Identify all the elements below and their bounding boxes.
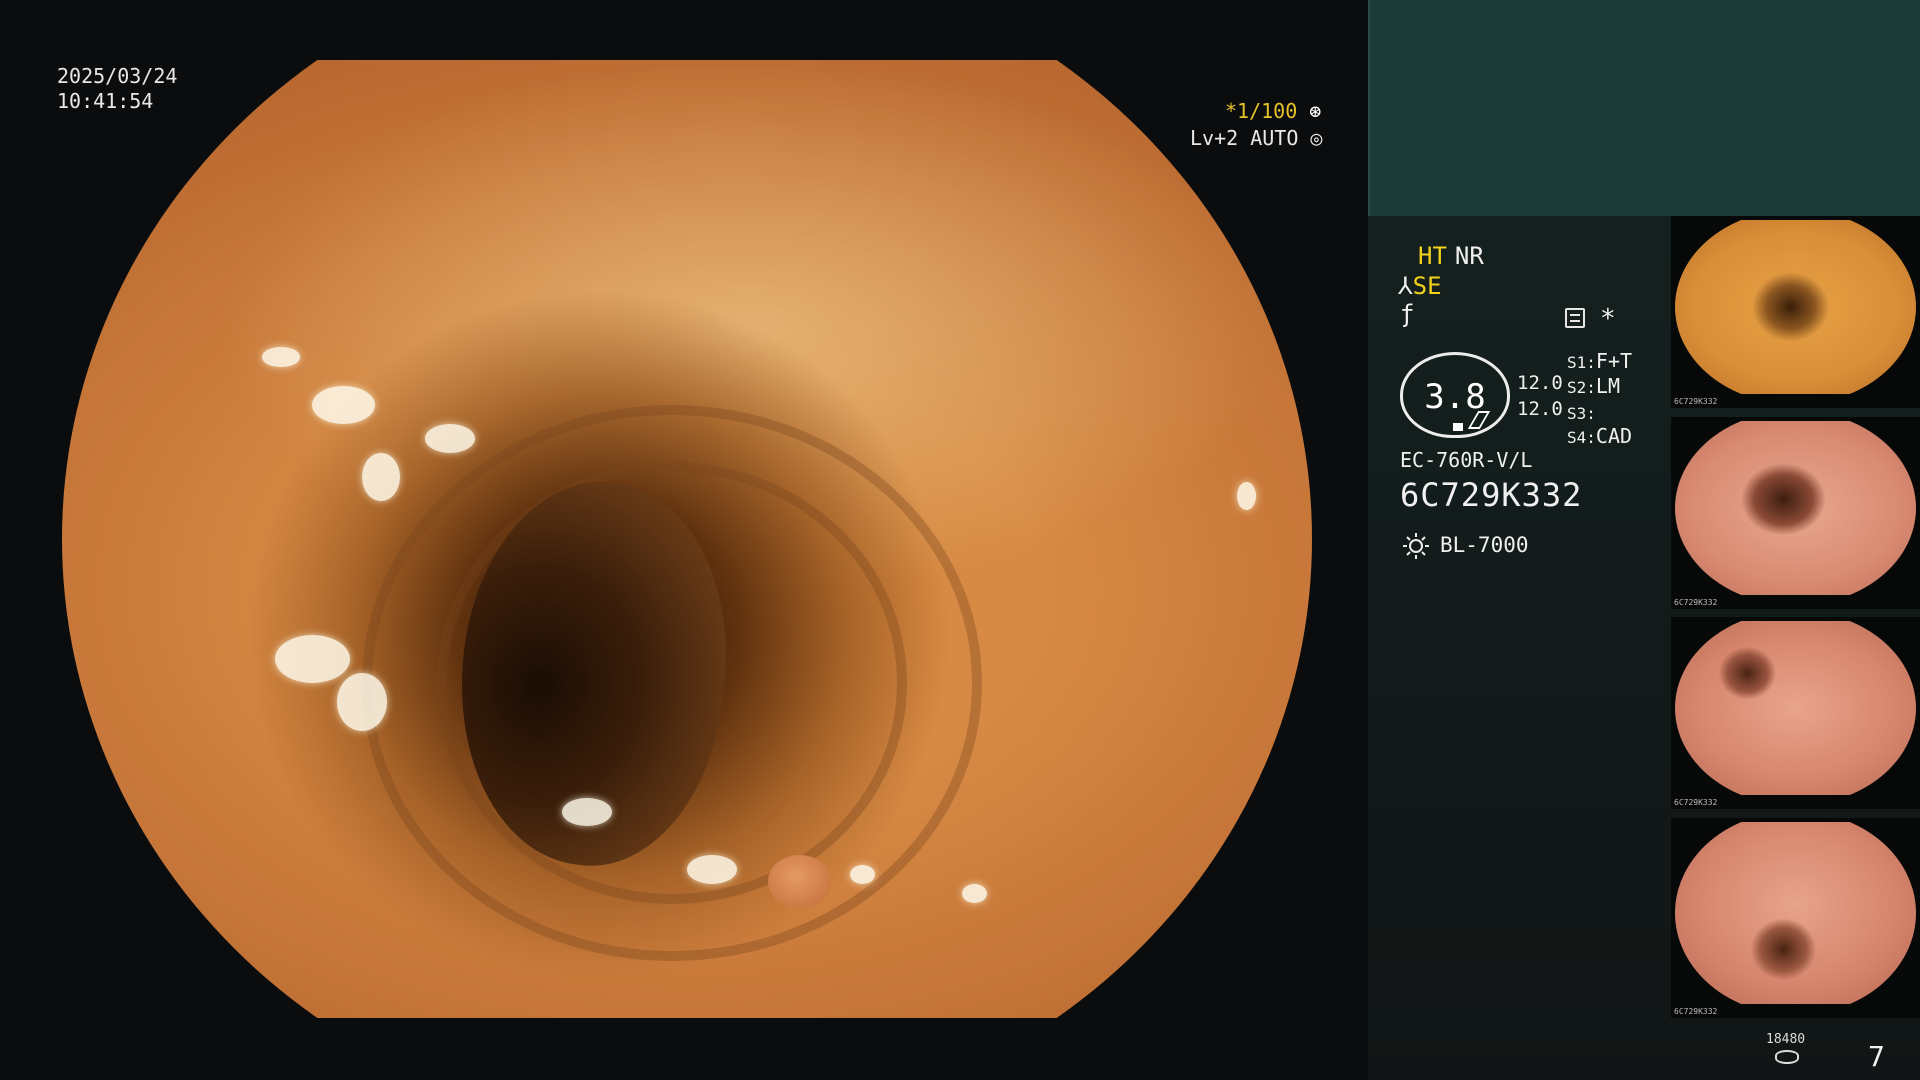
thumbnail-label: 6C729K332 [1674,798,1718,807]
switch-2-value: LM [1595,374,1620,398]
nr-indicator: NR [1454,242,1484,270]
captured-image-thumbnail[interactable]: 6C729K332 [1671,818,1920,1018]
switch-4-value: CAD [1595,424,1633,448]
zoom-indicator: 3.8 [1400,352,1510,438]
light-reflection [849,864,875,884]
switch-3: S3: [1567,400,1596,424]
settings-menu-icon [1565,308,1585,328]
light-reflection [424,424,475,453]
light-reflection [962,883,987,904]
se-indicator: SE [1412,272,1442,300]
thumbnail-label: 6C729K332 [1674,598,1718,607]
switch-1-value: F+T [1595,349,1633,373]
brightness-level: Lv+2 AUTO ◎ [1190,126,1322,151]
switch-1: S1:F+T [1567,349,1632,373]
light-reflection [312,385,375,425]
scope-serial: 6C729K332 [1400,476,1583,514]
thumbnail-label: 6C729K332 [1674,1007,1718,1016]
value-2: 12.0 [1517,398,1563,420]
storage-remaining: 18480 [1766,1032,1806,1047]
shutter-icon: ⊛ [1309,99,1322,123]
light-reflection [362,452,400,501]
date-text: 2025/03/24 [57,64,178,88]
thumbnail-image [1675,621,1916,795]
top-info-panel [1368,0,1920,216]
switch-4: S4:CAD [1567,424,1632,448]
zoom-mark-icon [1453,423,1463,431]
shutter-text: *1/100 [1225,99,1298,123]
auto-iris-icon: ◎ [1310,126,1323,150]
thumbnail-image [1675,421,1916,595]
light-reflection [1237,481,1256,511]
date-time: 2025/03/24 10:41:54 [57,64,177,114]
value-1: 12.0 [1517,372,1563,394]
storage-disk-icon [1775,1050,1799,1064]
thumbnail-image [1675,822,1916,1004]
asterisk-icon: * [1600,304,1616,334]
light-reflection [687,855,737,884]
endoscope-live-view [62,60,1312,1018]
zoom-value: 3.8 [1424,377,1486,417]
endoscopy-monitor: 2025/03/24 10:41:54 *1/100 ⊛ Lv+2 AUTO ◎… [0,0,1920,1080]
captured-image-thumbnail[interactable]: 6C729K332 [1671,617,1920,809]
light-source-model: BL-7000 [1440,533,1529,557]
switch-3-label: S3: [1567,404,1596,423]
scope-function-icon: ⅄ [1398,272,1413,300]
ht-indicator: HT [1418,242,1447,270]
switch-2-label: S2: [1567,378,1596,397]
switch-2: S2:LM [1567,374,1620,398]
time-text: 10:41:54 [57,89,154,113]
captured-image-thumbnail[interactable]: 6C729K332 [1671,417,1920,609]
thumbnail-image [1675,220,1916,394]
light-reflection [562,797,612,827]
se-indicator-row: ⅄SE [1398,272,1442,300]
captured-image-count: 7 [1868,1040,1885,1073]
scope-model: EC-760R-V/L [1400,448,1533,472]
light-reflection [274,634,350,683]
filter-icon: ƒ [1400,300,1415,328]
thumbnail-label: 6C729K332 [1674,397,1718,406]
shutter-speed: *1/100 ⊛ [1225,99,1321,124]
switch-1-label: S1: [1567,353,1596,372]
switch-4-label: S4: [1567,428,1596,447]
mode-indicators: HT NR [1418,242,1492,270]
light-reflection [262,347,300,367]
captured-image-thumbnail[interactable]: 6C729K332 [1671,216,1920,408]
polyp [768,855,831,908]
light-source-icon [1403,533,1429,559]
level-text: Lv+2 AUTO [1190,126,1299,150]
light-reflection [337,673,387,731]
